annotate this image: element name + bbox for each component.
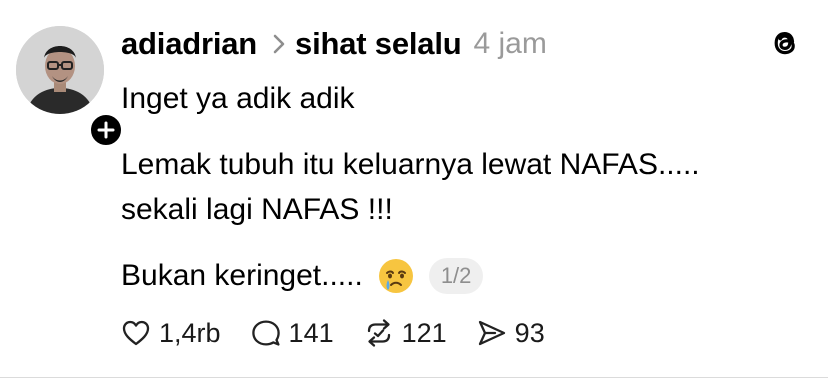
post-text-line: Lemak tubuh itu keluarnya lewat NAFAS...… (121, 148, 700, 181)
like-button[interactable]: 1,4rb (121, 318, 221, 349)
threads-logo-icon[interactable] (767, 25, 803, 61)
topic-tag[interactable]: sihat selalu (295, 26, 462, 62)
share-count: 93 (514, 317, 545, 348)
like-count: 1,4rb (159, 317, 221, 348)
post-header: adiadrian sihat selalu 4 jam (121, 24, 547, 64)
author-username[interactable]: adiadrian (121, 26, 257, 62)
post-text-line: sekali lagi NAFAS !!! (121, 193, 393, 226)
repost-icon (367, 319, 390, 347)
repost-count: 121 (401, 317, 447, 348)
action-bar: 1,4rb 141 121 93 (121, 313, 575, 353)
post-text-line: Inget ya adik adik (121, 82, 355, 115)
post-text-line: Bukan keringet..... (121, 259, 363, 292)
post-timestamp: 4 jam (473, 27, 547, 60)
comment-icon (251, 320, 280, 346)
share-button[interactable]: 93 (477, 318, 545, 349)
post-text-row: Bukan keringet..... 1/2 (121, 254, 484, 298)
follow-button[interactable] (88, 112, 124, 148)
plus-icon (97, 121, 115, 139)
heart-icon (122, 320, 150, 346)
thread-post: adiadrian sihat selalu 4 jam Inget ya ad… (0, 0, 828, 380)
reply-count: 141 (288, 317, 334, 348)
post-divider (0, 377, 828, 378)
send-icon (478, 320, 505, 346)
reply-button[interactable]: 141 (251, 318, 334, 349)
avatar-wrap (16, 26, 124, 148)
repost-button[interactable]: 121 (364, 318, 447, 349)
media-page-indicator: 1/2 (428, 258, 484, 294)
avatar[interactable] (16, 26, 104, 114)
chevron-right-icon (273, 34, 285, 54)
avatar-photo (16, 26, 104, 114)
face-holding-back-tears-icon (378, 259, 413, 293)
